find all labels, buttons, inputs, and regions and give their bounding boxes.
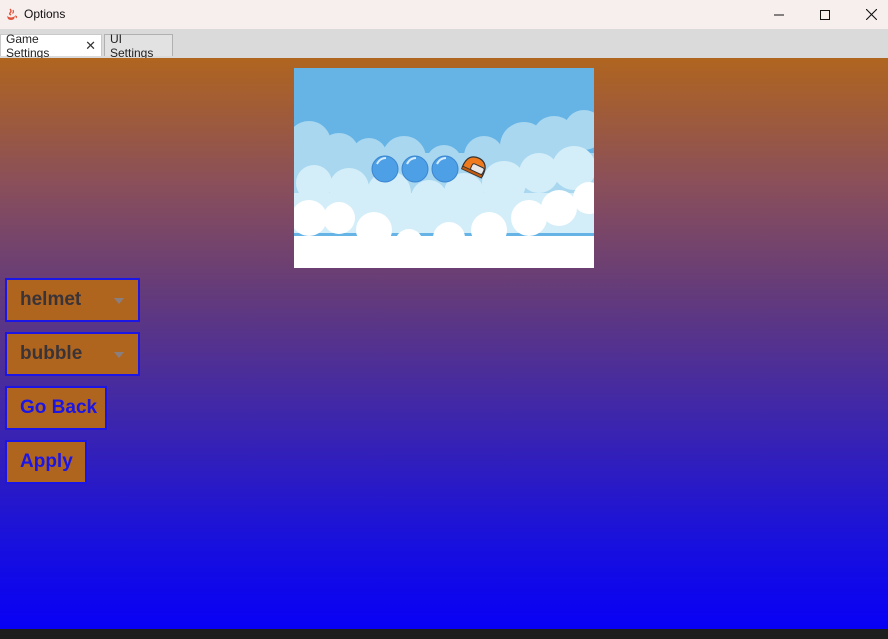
minimize-icon bbox=[774, 14, 784, 15]
tab-label: UI Settings bbox=[110, 31, 154, 60]
chevron-down-icon bbox=[114, 298, 124, 304]
title-bar: Options bbox=[0, 0, 888, 29]
taskbar-edge bbox=[0, 629, 888, 639]
tab-label: Game Settings bbox=[6, 31, 50, 60]
go-back-label: Go Back bbox=[20, 397, 98, 418]
close-window-button[interactable] bbox=[848, 0, 888, 29]
maximize-icon bbox=[820, 9, 830, 20]
bubble-select[interactable]: bubble bbox=[5, 332, 140, 376]
maximize-button[interactable] bbox=[802, 0, 848, 29]
sky-scene bbox=[294, 68, 594, 268]
go-back-button[interactable]: Go Back bbox=[5, 386, 107, 430]
bubble-select-value: bubble bbox=[20, 343, 83, 364]
apply-button[interactable]: Apply bbox=[5, 440, 87, 484]
bubble-icon bbox=[371, 155, 399, 183]
tab-strip: Game Settings ✕ UI Settings bbox=[0, 29, 888, 60]
minimize-button[interactable] bbox=[756, 0, 802, 29]
bubble-icon bbox=[431, 155, 459, 183]
helmet-select-value: helmet bbox=[20, 289, 82, 310]
helmet-select[interactable]: helmet bbox=[5, 278, 140, 322]
bubble-icon bbox=[401, 155, 429, 183]
game-preview-image bbox=[294, 68, 594, 268]
tab-ui-settings[interactable]: UI Settings bbox=[104, 32, 173, 60]
apply-label: Apply bbox=[20, 451, 73, 472]
close-icon bbox=[865, 9, 877, 20]
chevron-down-icon bbox=[114, 352, 124, 358]
window-title: Options bbox=[24, 7, 66, 21]
tab-close-icon[interactable]: ✕ bbox=[85, 39, 96, 52]
java-coffee-cup-icon bbox=[7, 8, 18, 20]
tab-game-settings[interactable]: Game Settings ✕ bbox=[0, 32, 102, 60]
